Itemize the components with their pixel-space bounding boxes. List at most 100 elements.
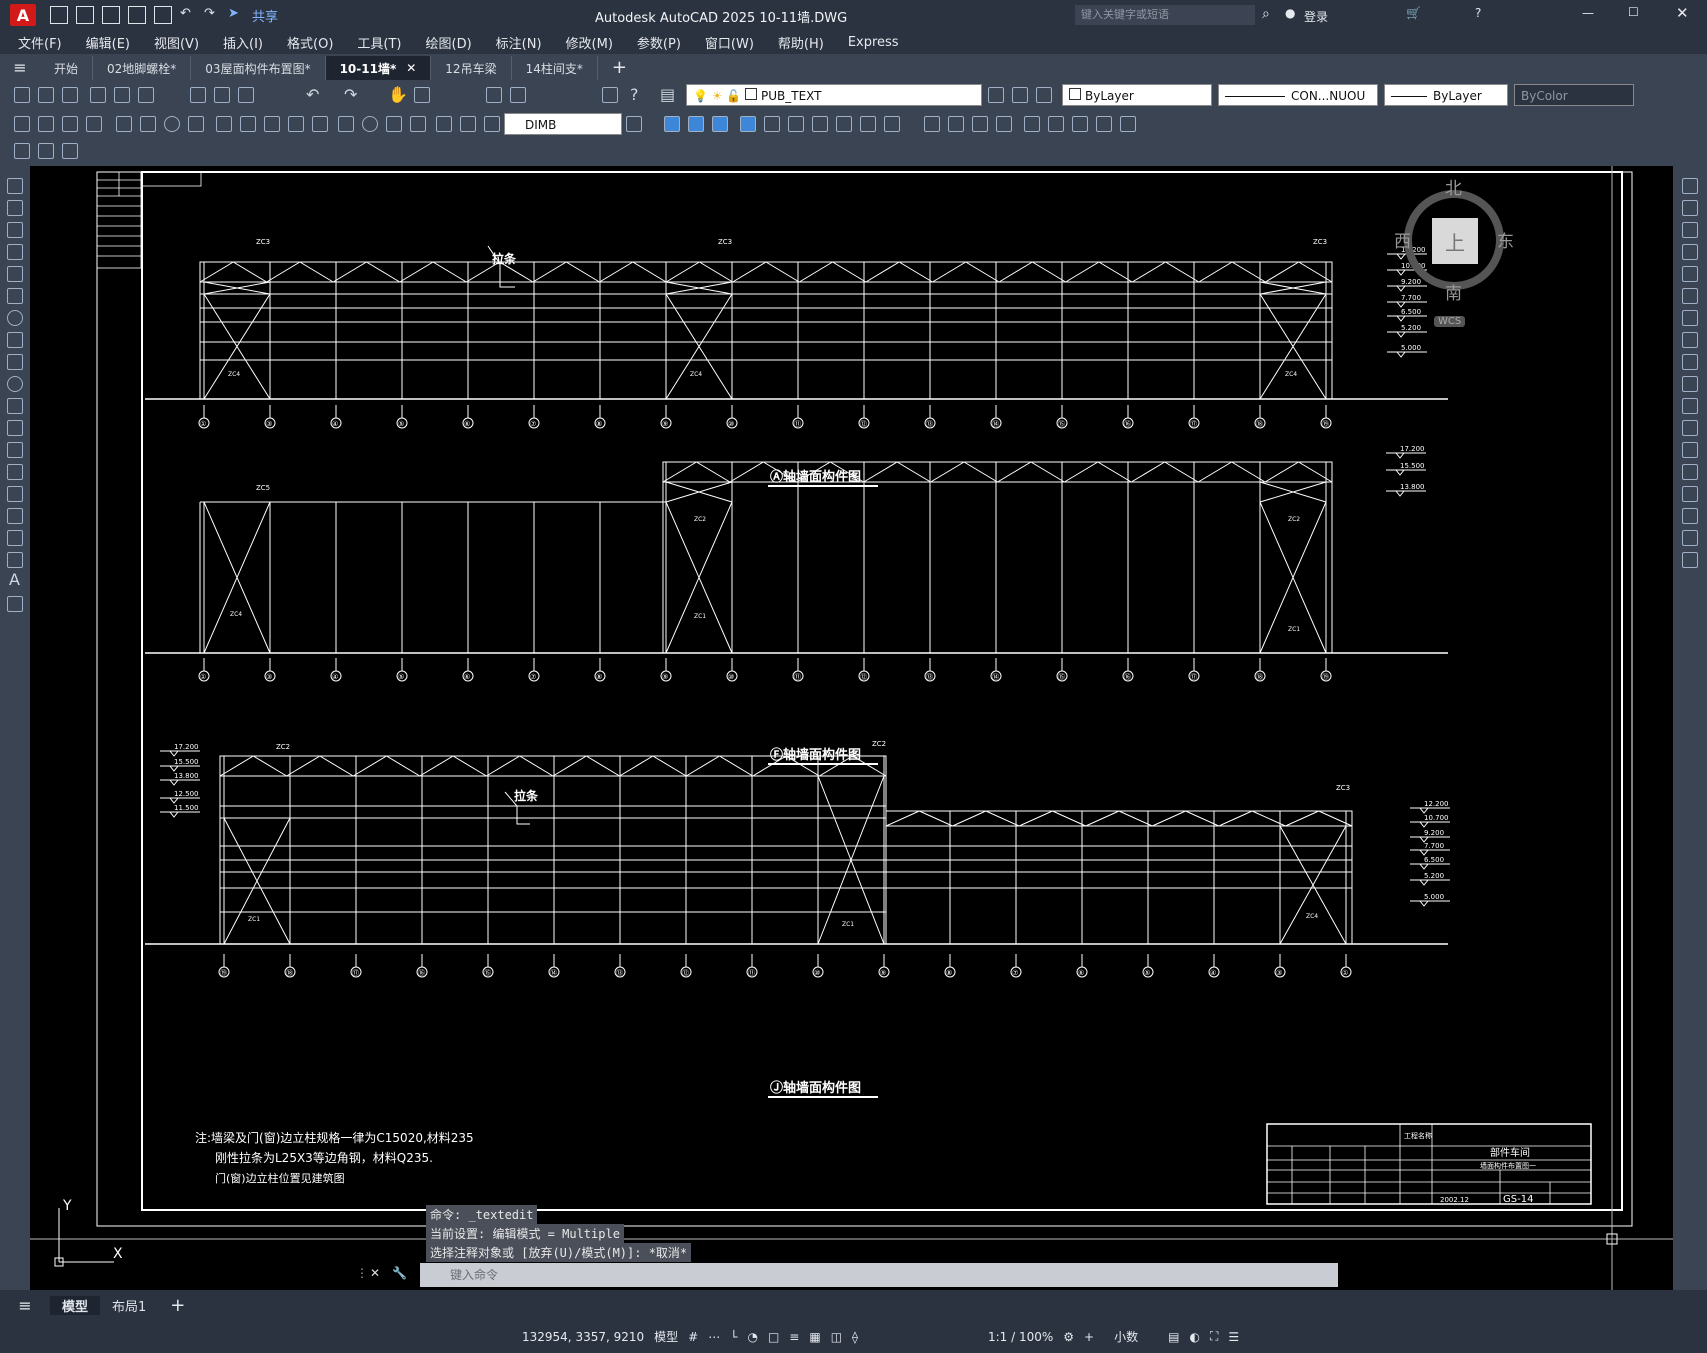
mirror-icon[interactable] (1682, 222, 1698, 238)
break-dim-icon[interactable] (312, 116, 328, 132)
wcs-dropdown[interactable]: WCS (1434, 316, 1466, 327)
modify-tool-icon[interactable] (1024, 116, 1040, 132)
explode-icon[interactable] (1682, 552, 1698, 568)
make-block-icon[interactable] (7, 442, 23, 458)
dim-edit-icon[interactable] (436, 116, 452, 132)
line-icon[interactable] (7, 178, 23, 194)
design-center-icon[interactable] (510, 87, 526, 103)
tab-12[interactable]: 12吊车梁 (431, 56, 512, 80)
modify-tool-icon[interactable] (884, 116, 900, 132)
menu-format[interactable]: 格式(O) (275, 33, 345, 52)
compass-west[interactable]: 西 (1394, 227, 1411, 252)
modify-tool-icon[interactable] (1048, 116, 1064, 132)
annotation-icon[interactable]: ⟠ (852, 1330, 858, 1344)
stretch-icon[interactable] (1682, 354, 1698, 370)
undo-icon[interactable]: ↶ (180, 6, 196, 22)
linetype-dropdown[interactable]: CON...NUOU (1218, 84, 1378, 106)
selection-cycling-icon[interactable]: ◫ (831, 1330, 842, 1344)
minimize-button[interactable]: — (1582, 6, 1594, 20)
rotate-icon[interactable] (1682, 310, 1698, 326)
redo-icon[interactable]: ↷ (344, 85, 357, 104)
menu-view[interactable]: 视图(V) (142, 33, 211, 52)
insert-table-icon[interactable] (38, 143, 54, 159)
modify-tool-icon[interactable] (740, 116, 756, 132)
aligned-dim-icon[interactable] (38, 116, 54, 132)
menu-dimension[interactable]: 标注(N) (484, 33, 554, 52)
mtext-icon[interactable]: A (9, 570, 20, 589)
radius-dim-icon[interactable] (116, 116, 132, 132)
blend-icon[interactable] (1682, 530, 1698, 546)
fillet-icon[interactable] (1682, 508, 1698, 524)
circle-icon[interactable] (7, 310, 23, 326)
new-tab-icon[interactable]: + (598, 57, 641, 78)
lineweight-dropdown[interactable]: ByLayer (1384, 84, 1508, 106)
plus-icon[interactable]: + (1084, 1330, 1094, 1344)
plotstyle-dropdown[interactable]: ByColor (1514, 84, 1634, 106)
add-selected-icon[interactable] (7, 596, 23, 612)
trim-icon[interactable] (1682, 376, 1698, 392)
modify-tool-icon[interactable] (788, 116, 804, 132)
modify-tool-icon[interactable] (972, 116, 988, 132)
dimstyle-icon[interactable] (626, 116, 642, 132)
share-icon[interactable]: ➤ (228, 6, 244, 22)
arc-icon[interactable] (7, 288, 23, 304)
publish-icon[interactable] (138, 87, 154, 103)
tab-03[interactable]: 03屋面构件布置图* (191, 56, 326, 80)
close-button[interactable]: ✕ (1676, 4, 1689, 22)
save-icon[interactable] (62, 87, 78, 103)
menu-help[interactable]: 帮助(H) (766, 33, 836, 52)
quick-properties-icon[interactable]: ▤ (1168, 1330, 1179, 1344)
space-dim-icon[interactable] (288, 116, 304, 132)
arc-dim-icon[interactable] (62, 116, 78, 132)
customize-status-icon[interactable]: ☰ (1228, 1330, 1239, 1344)
jogged-linear-icon[interactable] (410, 116, 426, 132)
hamburger-icon[interactable]: ≡ (0, 58, 40, 77)
lineweight-icon[interactable]: ≡ (789, 1330, 799, 1344)
continue-dim-icon[interactable] (264, 116, 280, 132)
menu-edit[interactable]: 编辑(E) (74, 33, 142, 52)
offset-icon[interactable] (1682, 244, 1698, 260)
layer-dropdown[interactable]: 💡 ☀ 🔓 PUB_TEXT (686, 84, 982, 106)
modify-tool-icon[interactable] (924, 116, 940, 132)
extend-icon[interactable] (1682, 398, 1698, 414)
cart-icon[interactable]: 🛒 (1406, 6, 1421, 20)
snap-icon[interactable]: ⋯ (708, 1330, 720, 1344)
erase-icon[interactable] (1682, 178, 1698, 194)
menu-file[interactable]: 文件(F) (6, 33, 74, 52)
viewcube-face[interactable]: 上 (1432, 218, 1478, 264)
login-link[interactable]: 登录 (1304, 8, 1328, 25)
menu-express[interactable]: Express (836, 35, 911, 50)
pan-icon[interactable]: ✋ (388, 85, 408, 104)
copy-icon[interactable] (214, 87, 230, 103)
undo-icon[interactable]: ↶ (306, 85, 319, 104)
construction-line-icon[interactable] (7, 200, 23, 216)
tab-14[interactable]: 14柱间支* (512, 56, 598, 80)
baseline-dim-icon[interactable] (240, 116, 256, 132)
viewcube[interactable]: 上 北 南 西 东 WCS (1380, 174, 1530, 334)
share-label[interactable]: 共享 (252, 6, 278, 25)
add-layout-icon[interactable]: + (158, 1295, 197, 1316)
color-dropdown[interactable]: ByLayer (1062, 84, 1212, 106)
units-dropdown[interactable]: 小数 (1114, 1328, 1138, 1345)
modify-tool-icon[interactable] (996, 116, 1012, 132)
layout-menu-icon[interactable]: ≡ (0, 1296, 50, 1315)
revcloud-icon[interactable] (7, 332, 23, 348)
preview-icon[interactable] (114, 87, 130, 103)
modify-tool-icon[interactable] (1096, 116, 1112, 132)
modify-tool-icon[interactable] (836, 116, 852, 132)
modify-tool-icon[interactable] (664, 116, 680, 132)
command-input[interactable]: 键入命令 (420, 1263, 1338, 1287)
modify-tool-icon[interactable] (860, 116, 876, 132)
dim-update-icon[interactable] (484, 116, 500, 132)
move-icon[interactable] (1682, 288, 1698, 304)
break-point-icon[interactable] (1682, 420, 1698, 436)
compass-north[interactable]: 北 (1445, 174, 1462, 199)
tab-10-11[interactable]: 10-11墙* ✕ (325, 56, 432, 80)
paste-icon[interactable] (238, 87, 254, 103)
ellipse-arc-icon[interactable] (7, 398, 23, 414)
copy-object-icon[interactable] (1682, 200, 1698, 216)
gear-icon[interactable]: ⚙ (1063, 1330, 1074, 1344)
tab-02[interactable]: 02地脚螺栓* (93, 56, 192, 80)
tab-start[interactable]: 开始 (40, 56, 94, 80)
compass-south[interactable]: 南 (1445, 279, 1462, 304)
